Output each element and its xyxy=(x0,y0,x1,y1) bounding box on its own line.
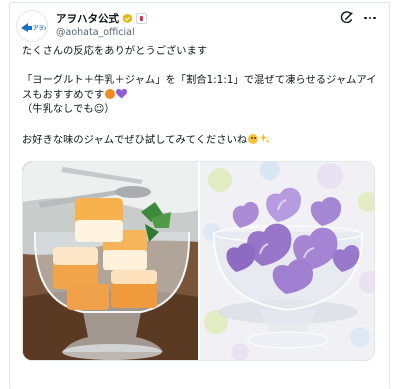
photo-purple-heart-jam-ice[interactable] xyxy=(198,162,374,360)
sparkles-emoji-icon xyxy=(259,133,270,143)
avatar[interactable]: アヲハタ xyxy=(16,10,48,42)
photo-orange-jam-ice[interactable] xyxy=(23,162,198,360)
tweet-header: アヲハタ アヲハタ公式 @aohata_official xyxy=(16,10,378,42)
orange-emoji-icon xyxy=(105,88,116,99)
name-row: アヲハタ公式 xyxy=(56,11,147,25)
account-handle[interactable]: @aohata_official xyxy=(56,27,135,38)
more-icon[interactable] xyxy=(362,11,378,25)
tweet-line-wrap: お好きな味のジャムでぜひ試してみてくださいね xyxy=(22,133,374,149)
purple-heart-emoji-icon xyxy=(116,88,128,99)
display-name[interactable]: アヲハタ公式 xyxy=(56,11,119,26)
orange-jam-ice-image xyxy=(23,162,198,360)
purple-jam-ice-image xyxy=(200,162,374,360)
tweet-line: （牛乳なしでも☺） xyxy=(22,104,115,116)
pleading-face-emoji-icon xyxy=(248,133,259,144)
tweet-line: 「ヨーグルト＋牛乳＋ジャム」を「割合1:1:1」で混ぜて凍らせるジャムアイ xyxy=(22,75,377,87)
media-grid xyxy=(22,161,375,361)
verified-badge-icon xyxy=(122,13,133,23)
grok-icon[interactable] xyxy=(340,11,354,25)
aohata-logo-icon: アヲハタ xyxy=(21,23,46,32)
tweet-line: お好きな味のジャムでぜひ試してみてくださいね xyxy=(22,134,248,146)
affiliate-badge-icon[interactable] xyxy=(136,12,147,24)
tweet-line: たくさんの反応をありがとうございます xyxy=(22,46,208,57)
avatar-logo-text: アヲハタ xyxy=(33,24,46,32)
tweet-text: たくさんの反応をありがとうございます 「ヨーグルト＋牛乳＋ジャム」を「割合1:1… xyxy=(22,45,377,149)
tweet-line-wrap: スもおすすめです xyxy=(22,88,374,104)
tweet-line: スもおすすめです xyxy=(22,89,105,101)
